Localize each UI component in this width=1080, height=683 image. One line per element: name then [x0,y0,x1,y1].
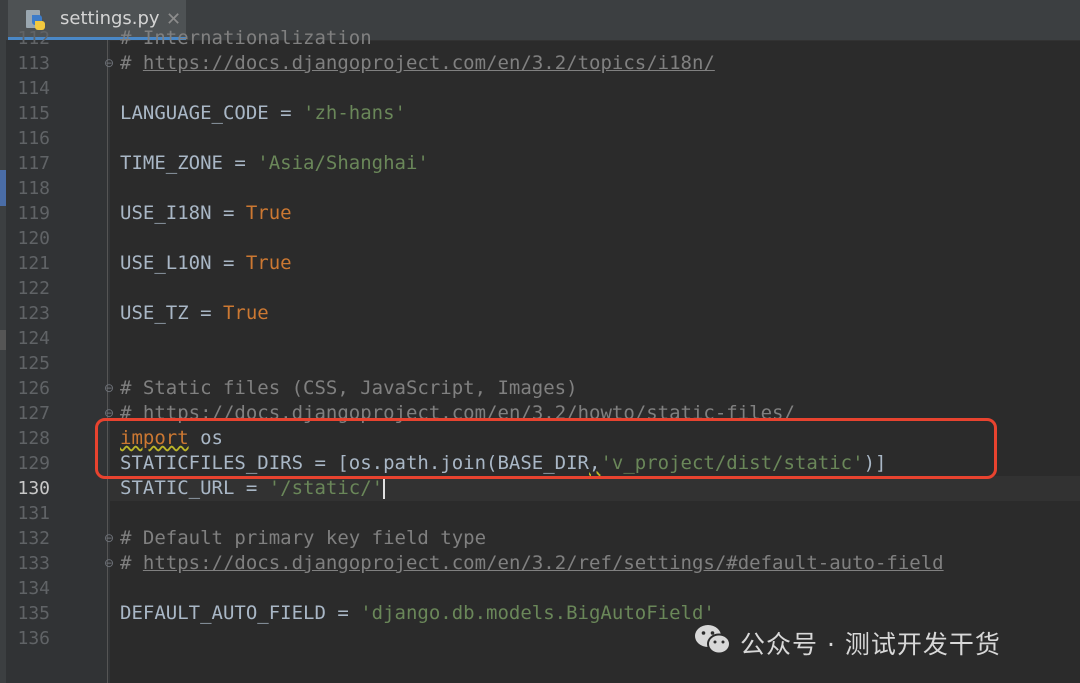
code-token: True [222,302,269,324]
code-line[interactable]: USE_L10N = True [120,251,292,276]
line-number: 131 [17,503,50,524]
line-number: 129 [17,453,50,474]
line-number: 132 [17,528,50,549]
watermark-text: 公众号 · 测试开发干货 [740,630,1001,659]
fold-marker-icon[interactable]: ⊖ [104,526,114,551]
line-number: 124 [17,328,50,349]
line-number: 112 [17,28,50,49]
code-token: # [120,52,143,74]
line-number: 121 [17,253,50,274]
fold-marker-icon[interactable]: ⊖ [104,376,114,401]
code-line[interactable]: LANGUAGE_CODE = 'zh-hans' [120,101,406,126]
wechat-icon [695,625,731,655]
code-token: 'zh-hans' [303,102,406,124]
code-token: USE_L10N = [120,252,246,274]
code-line[interactable]: # Default primary key field type [120,526,486,551]
code-token: '/static/' [268,477,384,499]
code-line[interactable]: STATIC_URL = '/static/' [120,476,386,501]
code-line[interactable]: # https://docs.djangoproject.com/en/3.2/… [120,551,944,576]
highlight-box [95,418,997,479]
line-number: 116 [17,128,50,149]
code-token: USE_TZ = [120,302,223,324]
code-token: STATIC_URL = [120,477,269,499]
line-number: 118 [17,178,50,199]
line-number: 134 [17,578,50,599]
code-line[interactable]: USE_I18N = True [120,201,292,226]
line-number: 122 [17,278,50,299]
fold-marker-icon[interactable]: ⊖ [104,551,114,576]
code-line[interactable]: # Static files (CSS, JavaScript, Images) [120,376,578,401]
line-number: 130 [17,478,50,499]
code-line[interactable]: TIME_ZONE = 'Asia/Shanghai' [120,151,429,176]
line-number: 127 [17,403,50,424]
code-token: True [245,202,292,224]
code-token: 'django.db.models.BigAutoField' [360,602,715,624]
code-token: DEFAULT_AUTO_FIELD = [120,602,361,624]
line-number: 114 [17,78,50,99]
code-line[interactable]: # Internationalization [120,26,372,51]
line-number: 126 [17,378,50,399]
line-number: 123 [17,303,50,324]
line-number: 115 [17,103,50,124]
line-number: 136 [17,628,50,649]
code-token: TIME_ZONE = [120,152,258,174]
fold-marker-icon[interactable]: ⊖ [104,51,114,76]
code-token: USE_I18N = [120,202,246,224]
text-caret [383,478,386,499]
line-number: 117 [17,153,50,174]
code-token: # Default primary key field type [120,527,487,549]
line-number: 119 [17,203,50,224]
code-token: https://docs.djangoproject.com/en/3.2/to… [142,52,715,74]
line-number: 125 [17,353,50,374]
line-number: 120 [17,228,50,249]
line-number: 133 [17,553,50,574]
gutter-divider [107,40,108,683]
line-number: 135 [17,603,50,624]
code-line[interactable]: # https://docs.djangoproject.com/en/3.2/… [120,51,715,76]
code-token: LANGUAGE_CODE = [120,102,304,124]
code-token: # [120,552,143,574]
line-number: 128 [17,428,50,449]
code-token: # Static files (CSS, JavaScript, Images) [120,377,578,399]
line-number: 113 [17,53,50,74]
code-line[interactable]: USE_TZ = True [120,301,269,326]
code-token: # Internationalization [120,27,372,49]
watermark: 公众号 · 测试开发干货 [694,621,1054,661]
code-line[interactable]: DEFAULT_AUTO_FIELD = 'django.db.models.B… [120,601,715,626]
code-token: 'Asia/Shanghai' [257,152,429,174]
code-token: https://docs.djangoproject.com/en/3.2/re… [142,552,944,574]
code-token: True [245,252,292,274]
